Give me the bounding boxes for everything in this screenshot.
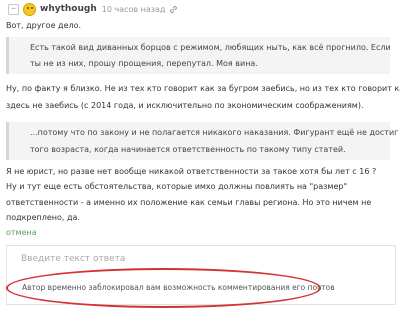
reply-placeholder: Введите текст ответа bbox=[21, 254, 126, 264]
comment-header: – whythough 10 часов назад bbox=[8, 2, 178, 16]
quote-line: ...потому что по закону и не полагается … bbox=[30, 128, 399, 137]
quote-block: ...потому что по закону и не полагается … bbox=[6, 122, 398, 160]
comment-paragraph: здесь не заебись (с 2014 года, и исключи… bbox=[6, 101, 364, 110]
comment-paragraph: Я не юрист, но разве нет вообще никакой … bbox=[6, 167, 377, 176]
cancel-link[interactable]: отмена bbox=[6, 228, 37, 237]
comment-intro: Вот, другое дело. bbox=[6, 21, 82, 30]
blocked-notice: Автор временно заблокировал вам возможно… bbox=[22, 283, 335, 292]
username[interactable]: whythough bbox=[40, 4, 97, 14]
collapse-button[interactable]: – bbox=[8, 3, 19, 15]
quote-line: того возраста, когда начинается ответств… bbox=[30, 145, 346, 154]
comment-paragraph: Ну, по факту я близко. Не из тех кто гов… bbox=[6, 84, 400, 93]
comment-paragraph: Ну и тут еще есть обстоятельства, которы… bbox=[6, 182, 348, 191]
link-icon[interactable] bbox=[169, 5, 178, 14]
quote-line: ты не из них, прошу прощения, перепутал.… bbox=[30, 59, 258, 68]
comment: – whythough 10 часов назад Вот, другое д… bbox=[0, 0, 400, 309]
quote-block: Есть такой вид диванных борцов с режимом… bbox=[6, 37, 391, 74]
avatar[interactable] bbox=[23, 2, 36, 16]
comment-time[interactable]: 10 часов назад bbox=[102, 5, 166, 14]
quote-line: Есть такой вид диванных борцов с режимом… bbox=[30, 43, 391, 52]
comment-paragraph: подкреплено, да. bbox=[6, 213, 80, 222]
comment-paragraph: ответственности - а именно их положение … bbox=[6, 198, 372, 207]
